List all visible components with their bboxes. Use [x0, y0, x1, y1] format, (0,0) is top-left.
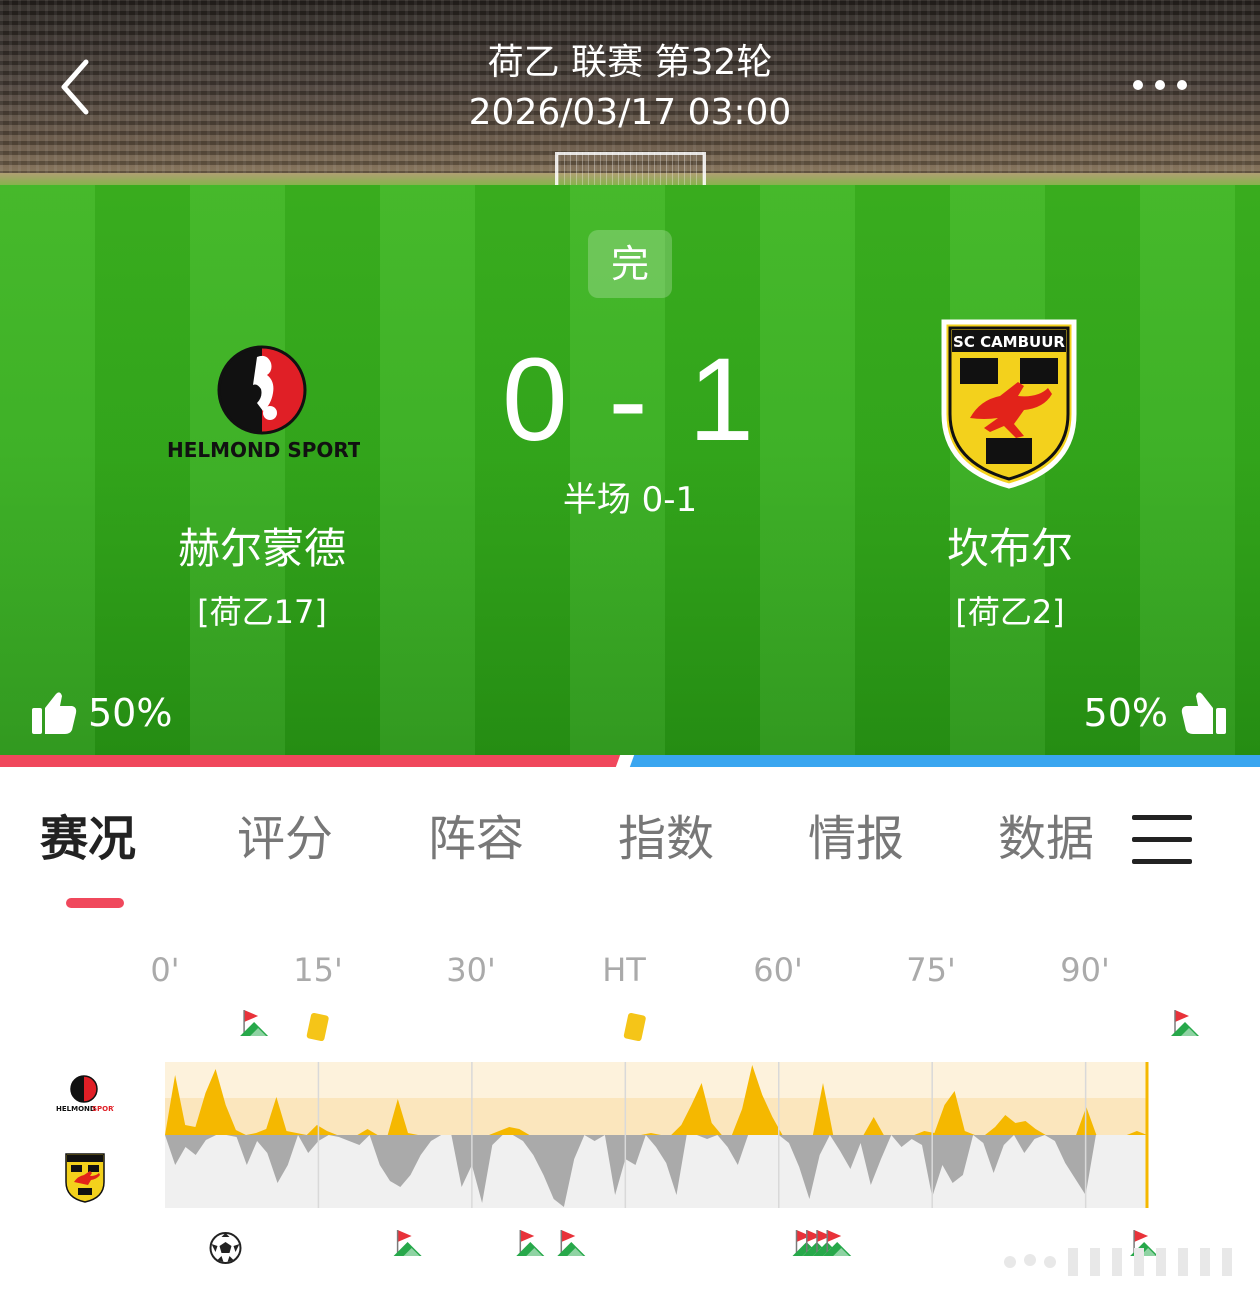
away-vote-percent: 50% [1083, 691, 1168, 735]
home-vote[interactable]: 50% [30, 688, 172, 738]
tab-match-live[interactable]: 赛况 [40, 808, 136, 870]
tab-bar: 赛况 评分 阵容 指数 情报 数据 [0, 790, 1260, 890]
more-options-button[interactable] [1125, 72, 1205, 102]
watermark [1004, 1248, 1232, 1276]
home-team-rank: [荷乙17] [197, 593, 327, 631]
home-logo-text: HELMOND SPORT [167, 438, 362, 462]
halftime-score: 半场 0-1 [562, 480, 698, 520]
home-team-logo[interactable]: HELMOND SPORT [165, 345, 362, 465]
corner-icon [823, 1230, 852, 1256]
yellow-card-icon [623, 1012, 646, 1042]
thumbs-up-icon [1181, 692, 1226, 734]
match-header: 荷乙 联赛 第32轮 2026/03/17 03:00 完 HELMOND SP… [0, 0, 1260, 755]
corner-icon [1171, 1010, 1199, 1036]
menu-button[interactable] [1132, 813, 1192, 865]
timeline-label: 75' [906, 951, 956, 989]
timeline-label: 0' [150, 951, 180, 989]
away-vote-bar [628, 755, 1260, 767]
tab-intel[interactable]: 情报 [808, 808, 904, 870]
goal-net [555, 152, 706, 185]
home-team-name[interactable]: 赫尔蒙德 [112, 523, 412, 575]
tab-odds[interactable]: 指数 [618, 808, 714, 870]
more-dot-icon [1133, 80, 1143, 90]
away-team-rank: [荷乙2] [955, 593, 1065, 631]
away-team-logo[interactable]: SC CAMBUUR [940, 318, 1078, 490]
timeline-label: HT [602, 951, 646, 989]
timeline-label: 15' [293, 951, 343, 989]
match-score: 0 - 1 [501, 334, 759, 466]
menu-line-icon [1132, 859, 1192, 864]
svg-text:SC CAMBUUR: SC CAMBUUR [953, 333, 1065, 351]
more-dot-icon [1177, 80, 1187, 90]
menu-line-icon [1132, 815, 1192, 820]
more-dot-icon [1155, 80, 1165, 90]
timeline-label: 30' [446, 951, 496, 989]
back-button[interactable] [52, 52, 102, 122]
tab-lineup[interactable]: 阵容 [428, 808, 524, 870]
home-vote-bar [0, 755, 622, 767]
svg-text:HELMOND SPORT: HELMOND SPORT [167, 438, 360, 462]
corner-icon [240, 1010, 269, 1036]
competition-round: 荷乙 联赛 第32轮 [487, 42, 773, 83]
home-vote-percent: 50% [88, 691, 173, 735]
away-team-name[interactable]: 坎布尔 [860, 523, 1160, 575]
corner-icon [393, 1230, 422, 1256]
match-status-badge: 完 [588, 230, 672, 298]
goal-icon [209, 1232, 242, 1264]
match-datetime: 2026/03/17 03:00 [468, 92, 792, 133]
menu-line-icon [1132, 837, 1192, 842]
timeline-label: 60' [753, 951, 803, 989]
corner-icon [516, 1230, 545, 1256]
tab-ratings[interactable]: 评分 [237, 808, 333, 870]
timeline-label: 90' [1060, 951, 1110, 989]
corner-icon [557, 1230, 586, 1256]
away-vote[interactable]: 50% [1084, 688, 1228, 738]
chevron-left-icon [61, 59, 89, 115]
tab-stats[interactable]: 数据 [998, 808, 1094, 870]
yellow-card-icon [306, 1012, 329, 1042]
thumbs-up-icon [32, 692, 77, 734]
active-tab-indicator [66, 898, 124, 908]
